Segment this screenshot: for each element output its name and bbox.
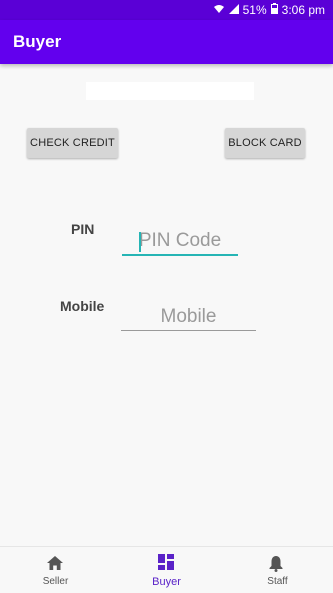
pin-label: PIN — [71, 221, 95, 237]
battery-percent: 51% — [242, 3, 267, 17]
dashboard-icon — [158, 554, 174, 575]
clock: 3:06 pm — [281, 3, 325, 17]
wifi-icon — [213, 3, 225, 17]
mobile-input[interactable] — [121, 304, 256, 331]
nav-label-seller: Seller — [42, 576, 69, 587]
battery-icon — [270, 3, 278, 17]
app-bar: Buyer — [0, 20, 333, 64]
text-cursor — [139, 232, 141, 252]
status-indicators: 51% 3:06 pm — [213, 3, 325, 17]
nav-label-staff: Staff — [267, 576, 288, 587]
status-bar: 51% 3:06 pm — [0, 0, 333, 20]
check-credit-button[interactable]: CHECK CREDIT — [27, 128, 118, 158]
block-card-button[interactable]: BLOCK CARD — [225, 128, 305, 158]
nav-label-buyer: Buyer — [152, 576, 181, 588]
bell-icon — [269, 556, 283, 577]
nav-item-staff[interactable]: Staff — [222, 547, 333, 593]
home-icon — [47, 556, 63, 575]
info-display-field — [86, 82, 254, 100]
nav-item-seller[interactable]: Seller — [0, 547, 111, 593]
bottom-navigation: Seller Buyer Staff — [0, 546, 333, 593]
signal-icon — [228, 3, 239, 17]
mobile-label: Mobile — [60, 298, 105, 314]
nav-item-buyer[interactable]: Buyer — [111, 547, 222, 593]
page-title: Buyer — [13, 32, 62, 51]
